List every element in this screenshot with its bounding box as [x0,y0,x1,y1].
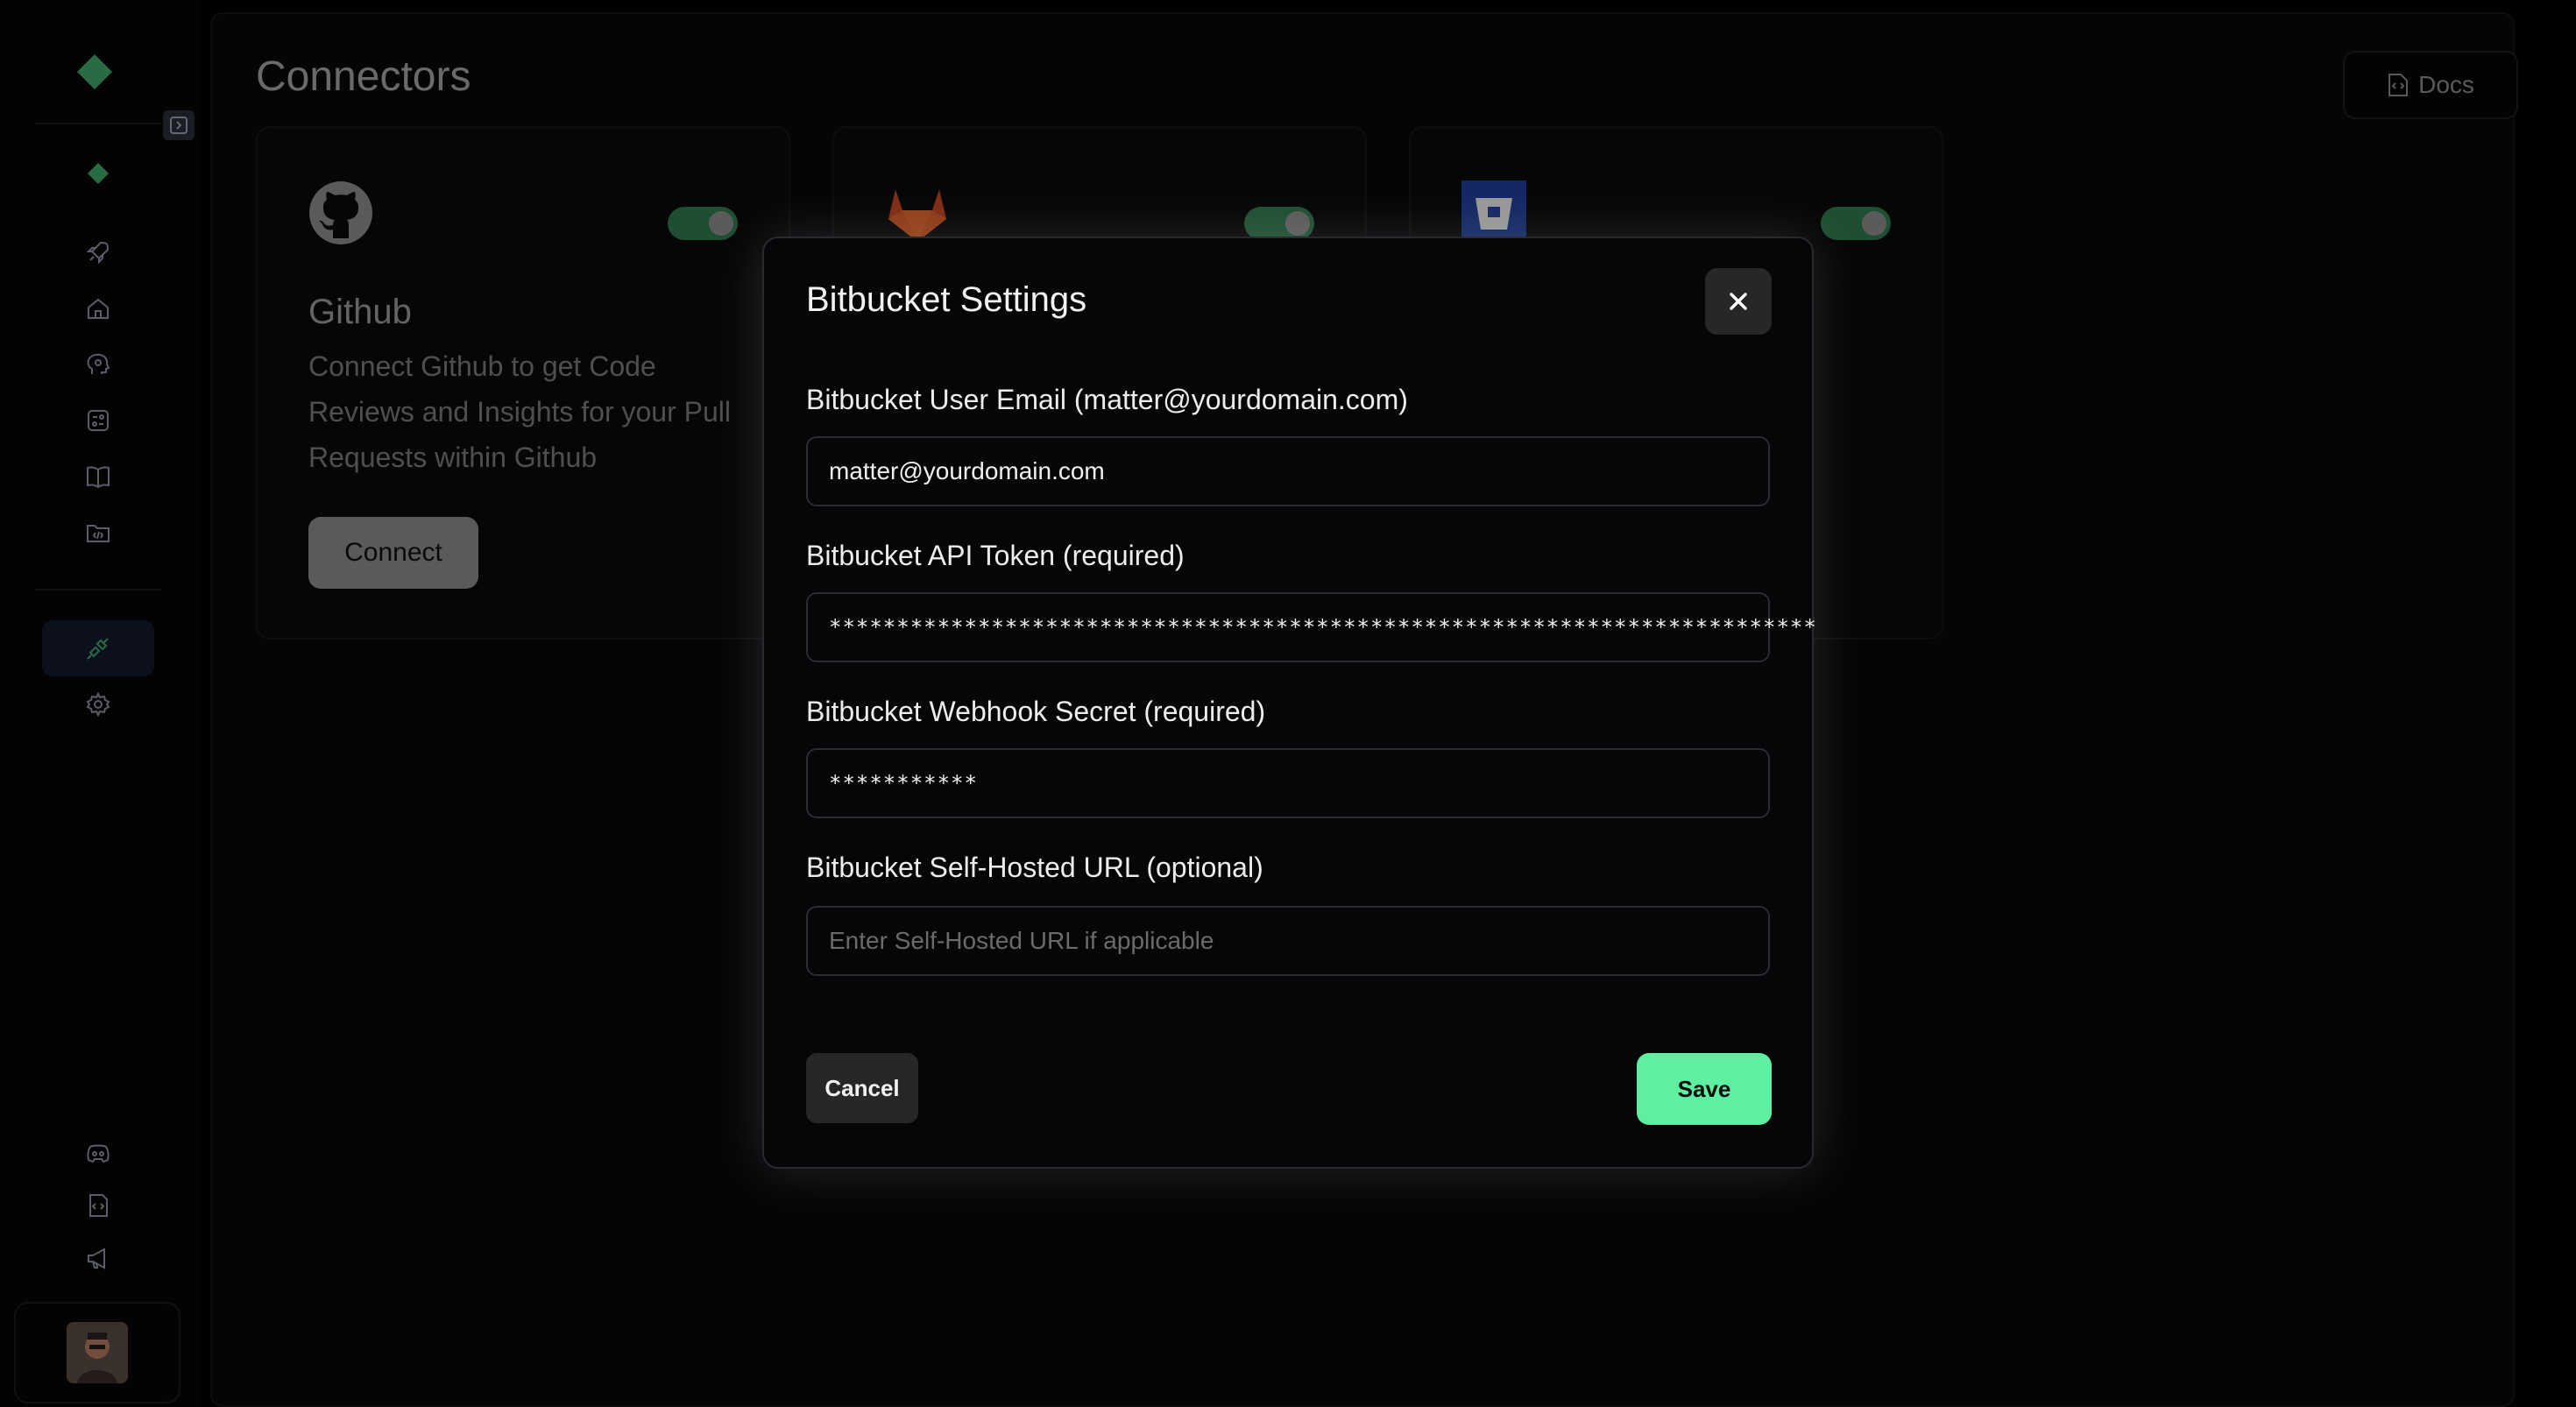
webhook-secret-label: Bitbucket Webhook Secret (required) [806,696,1266,727]
email-label: Bitbucket User Email (matter@yourdomain.… [806,384,1408,415]
api-token-field[interactable]: ****************************************… [806,592,1816,662]
cancel-button[interactable]: Cancel [806,1053,918,1123]
close-icon [1730,293,1747,310]
self-hosted-url-label: Bitbucket Self-Hosted URL (optional) [806,852,1263,883]
self-hosted-url-input[interactable] [829,927,1747,955]
webhook-secret-field[interactable]: *********** [806,748,1770,818]
save-button[interactable]: Save [1637,1053,1772,1125]
dialog-title: Bitbucket Settings [806,280,1087,319]
close-button[interactable] [1705,268,1772,335]
self-hosted-url-field[interactable] [806,906,1770,976]
api-token-label: Bitbucket API Token (required) [806,540,1185,571]
bitbucket-settings-dialog: Bitbucket Settings Bitbucket User Email … [762,237,1816,1169]
email-field[interactable]: matter@yourdomain.com [806,436,1770,506]
